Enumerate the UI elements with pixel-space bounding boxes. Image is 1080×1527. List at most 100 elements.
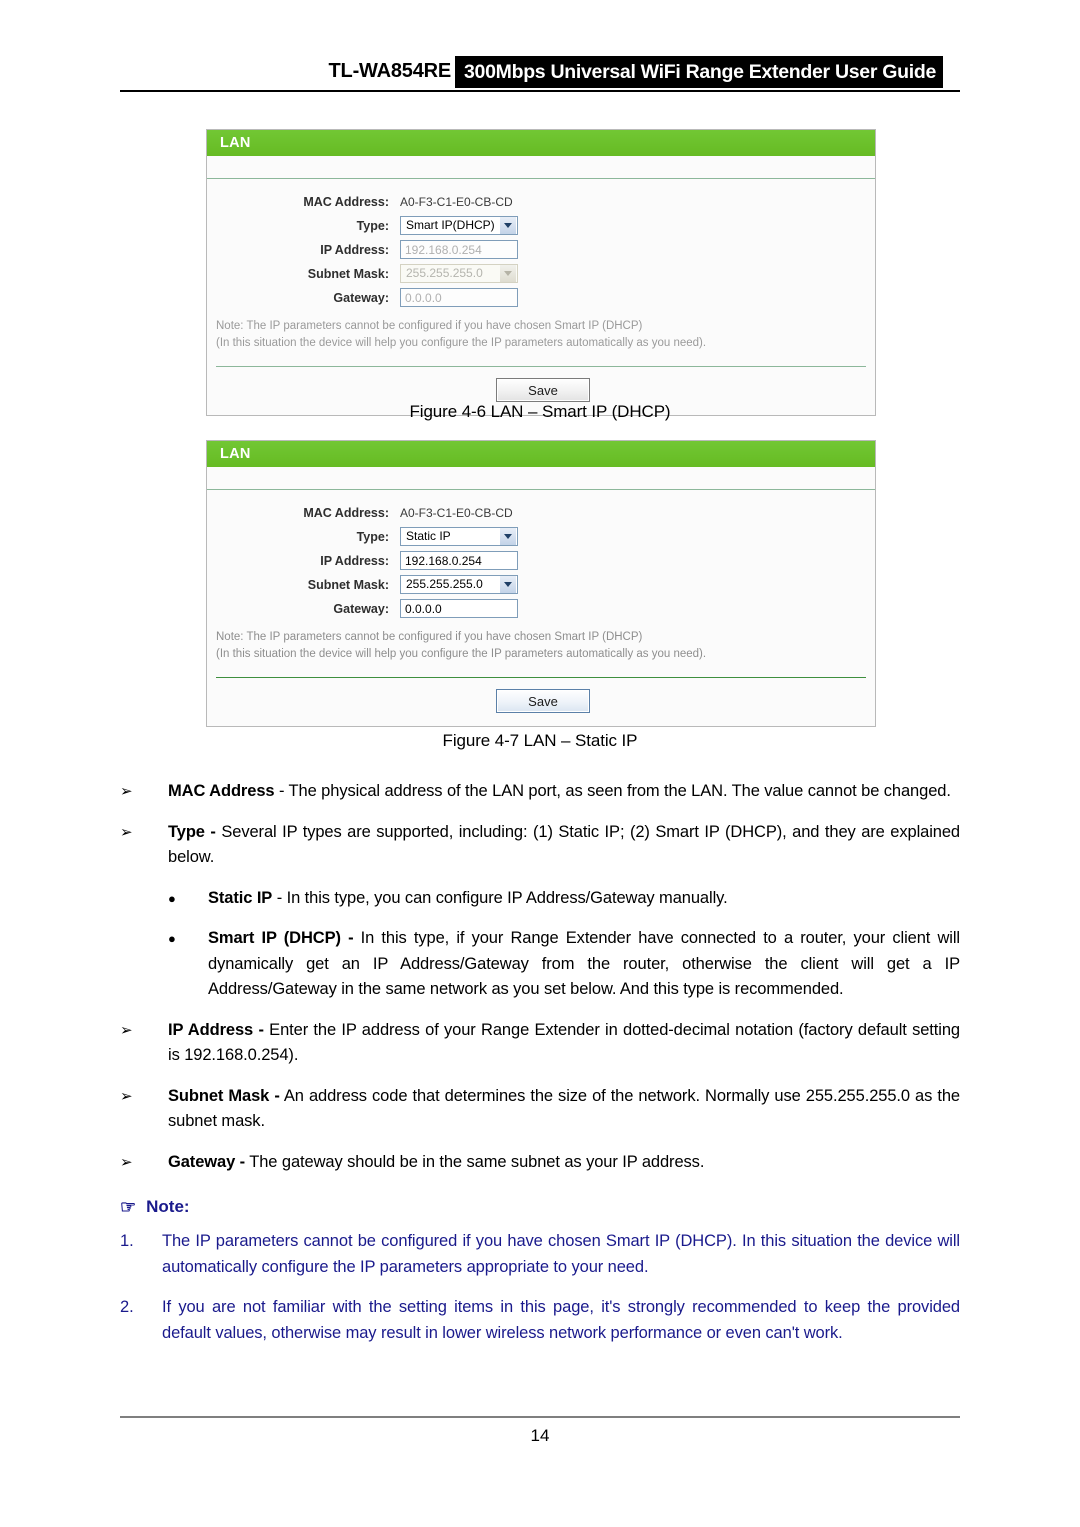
bullet-term: Type - [168,822,216,841]
type-label: Type: [356,529,389,544]
chevron-down-icon [500,265,516,282]
dot-bullet-icon [168,886,208,912]
bullet-term: MAC Address [168,782,275,800]
dot-bullet-icon [168,926,208,1003]
bullet-type-text: Type - Several IP types are supported, i… [168,820,960,871]
bullet-term: IP Address - [168,1020,264,1039]
sub-bullet-smart-ip: Smart IP (DHCP) - In this type, if your … [120,926,960,1003]
bullet-subnet-mask: Subnet Mask - An address code that deter… [120,1084,960,1135]
gateway-label: Gateway: [333,290,389,305]
note-heading-label: Note: [146,1197,190,1216]
bullet-gateway-text: Gateway - The gateway should be in the s… [168,1150,960,1176]
panel-body: MAC Address: A0-F3-C1-E0-CB-CD Type: Sta… [207,490,875,726]
type-select[interactable]: Smart IP(DHCP) [400,216,518,235]
note-item: 1. The IP parameters cannot be configure… [120,1229,960,1280]
bullet-term: Gateway - [168,1152,246,1171]
header-divider-rule [120,90,960,92]
form-row-gateway: Gateway: 0.0.0.0 [207,286,875,309]
mac-address-value: A0-F3-C1-E0-CB-CD [400,505,513,520]
chevron-down-icon [500,217,516,234]
panel-subbar [207,467,875,490]
bullet-desc: Several IP types are supported, includin… [168,822,961,867]
subnet-mask-label: Subnet Mask: [307,577,389,592]
footer-divider-rule [120,1416,960,1418]
figure-caption-4-6: Figure 4-6 LAN – Smart IP (DHCP) [409,402,671,421]
panel-body: MAC Address: A0-F3-C1-E0-CB-CD Type: Sma… [207,179,875,415]
panel-note-line-1: Note: The IP parameters cannot be config… [216,320,643,332]
arrow-bullet-icon [120,779,168,805]
type-select[interactable]: Static IP [400,527,518,546]
subnet-mask-select[interactable]: 255.255.255.0 [400,264,518,283]
mac-address-label: MAC Address: [303,505,389,520]
mac-address-value: A0-F3-C1-E0-CB-CD [400,194,513,209]
bullet-desc: An address code that determines the size… [168,1086,960,1131]
subnet-mask-select[interactable]: 255.255.255.0 [400,575,518,594]
note-item-number: 2. [120,1298,134,1316]
bullet-term: Smart IP (DHCP) - [208,929,354,947]
bullet-subnet-mask-text: Subnet Mask - An address code that deter… [168,1084,960,1135]
bullet-term: Subnet Mask - [168,1086,280,1105]
chevron-down-icon [500,528,516,545]
subnet-mask-label: Subnet Mask: [307,266,389,281]
panel-titlebar-lan: LAN [207,441,875,467]
bullet-desc: - In this type, you can configure IP Add… [272,888,728,907]
panel-note: Note: The IP parameters cannot be config… [207,318,875,352]
save-button-wrap: Save [207,678,875,726]
bullet-desc: - The physical address of the LAN port, … [274,782,951,800]
note-item-text: If you are not familiar with the setting… [162,1298,960,1342]
arrow-bullet-icon [120,820,168,871]
form-row-subnet-mask: Subnet Mask: 255.255.255.0 [207,262,875,285]
subnet-mask-value: 255.255.255.0 [406,577,483,591]
panel-subbar [207,156,875,179]
form-row-mac-address: MAC Address: A0-F3-C1-E0-CB-CD [207,190,875,213]
type-select-value: Static IP [406,529,451,543]
page-running-header: TL-WA854RE 300Mbps Universal WiFi Range … [0,56,1080,90]
bullet-type: Type - Several IP types are supported, i… [120,820,960,871]
lan-panel-smart-ip: LAN MAC Address: A0-F3-C1-E0-CB-CD Type:… [206,129,876,416]
subnet-mask-value: 255.255.255.0 [406,266,483,280]
type-label: Type: [356,218,389,233]
chevron-down-icon [500,576,516,593]
mac-address-label: MAC Address: [303,194,389,209]
form-row-gateway: Gateway: 0.0.0.0 [207,597,875,620]
form-row-subnet-mask: Subnet Mask: 255.255.255.0 [207,573,875,596]
bullet-ip-address: IP Address - Enter the IP address of you… [120,1018,960,1069]
ip-address-input[interactable]: 192.168.0.254 [400,240,518,259]
bullet-mac-address: MAC Address - The physical address of th… [120,779,960,805]
gateway-label: Gateway: [333,601,389,616]
form-row-ip-address: IP Address: 192.168.0.254 [207,549,875,572]
header-model-name: TL-WA854RE [328,60,452,82]
pointing-hand-icon: ☞ [120,1197,137,1217]
bullet-term: Static IP [208,888,273,907]
note-item: 2. If you are not familiar with the sett… [120,1295,960,1346]
bullet-desc: The gateway should be in the same subnet… [245,1152,705,1171]
ip-address-label: IP Address: [320,242,389,257]
panel-titlebar-lan: LAN [207,130,875,156]
gateway-input[interactable]: 0.0.0.0 [400,288,518,307]
arrow-bullet-icon [120,1018,168,1069]
sub-bullet-static-ip-text: Static IP - In this type, you can config… [208,886,960,912]
gateway-input[interactable]: 0.0.0.0 [400,599,518,618]
save-button[interactable]: Save [496,689,590,713]
ip-address-label: IP Address: [320,553,389,568]
header-title-bar: 300Mbps Universal WiFi Range Extender Us… [455,56,943,88]
ip-address-input[interactable]: 192.168.0.254 [400,551,518,570]
sub-bullet-static-ip: Static IP - In this type, you can config… [120,886,960,912]
form-row-type: Type: Static IP [207,525,875,548]
form-row-ip-address: IP Address: 192.168.0.254 [207,238,875,261]
panel-note-line-2: (In this situation the device will help … [216,648,707,660]
arrow-bullet-icon [120,1150,168,1176]
note-heading: ☞ Note: [120,1197,960,1217]
figure-caption-4-7: Figure 4-7 LAN – Static IP [442,731,638,750]
note-item-number: 1. [120,1232,134,1250]
arrow-bullet-icon [120,1084,168,1135]
bullet-ip-address-text: IP Address - Enter the IP address of you… [168,1018,960,1069]
note-item-text: The IP parameters cannot be configured i… [162,1232,960,1276]
panel-note-line-1: Note: The IP parameters cannot be config… [216,631,643,643]
bullet-gateway: Gateway - The gateway should be in the s… [120,1150,960,1176]
bullet-desc: Enter the IP address of your Range Exten… [168,1020,960,1065]
save-button[interactable]: Save [496,378,590,402]
panel-note: Note: The IP parameters cannot be config… [207,629,875,663]
form-row-mac-address: MAC Address: A0-F3-C1-E0-CB-CD [207,501,875,524]
type-select-value: Smart IP(DHCP) [406,218,495,232]
